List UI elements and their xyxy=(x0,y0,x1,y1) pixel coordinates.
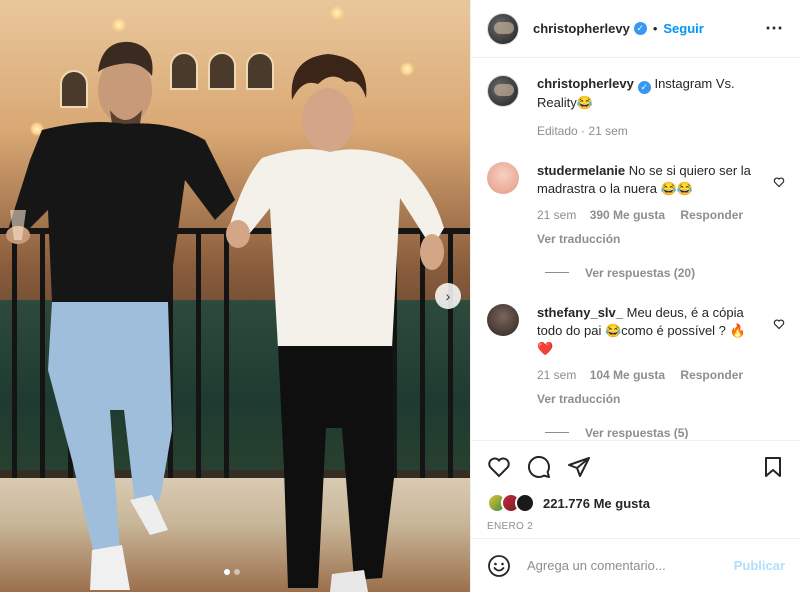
translate-button[interactable]: Ver traducción xyxy=(537,390,757,408)
view-replies-button[interactable]: Ver respuestas (20) xyxy=(545,266,785,280)
liker-avatar xyxy=(515,493,535,513)
header-separator: • xyxy=(652,21,658,36)
publish-button[interactable]: Publicar xyxy=(734,558,785,573)
view-replies-button[interactable]: Ver respuestas (5) xyxy=(545,425,785,440)
smiley-icon[interactable] xyxy=(487,554,511,578)
carousel-dot xyxy=(234,569,240,575)
caption-edited-label: Editado xyxy=(537,123,578,138)
comment-username[interactable]: studermelanie xyxy=(537,163,625,178)
comment-username[interactable]: sthefany_slv_ xyxy=(537,305,623,320)
post-detail-panel: christopherlevy ✓ • Seguir ⋯ christopher… xyxy=(470,0,800,592)
liker-avatars xyxy=(487,493,535,513)
author-avatar[interactable] xyxy=(487,12,519,45)
translate-button[interactable]: Ver traducción xyxy=(537,230,757,248)
verified-badge-icon: ✓ xyxy=(637,80,651,94)
likes-count[interactable]: 221.776 Me gusta xyxy=(543,496,650,511)
caption-row: christopherlevy ✓ Instagram Vs. Reality😂 … xyxy=(487,75,785,140)
lamp-light xyxy=(330,6,344,20)
share-icon[interactable] xyxy=(567,455,591,479)
comment-icon[interactable] xyxy=(527,455,551,479)
add-comment-bar: Publicar xyxy=(471,538,800,592)
reply-button[interactable]: Responder xyxy=(680,368,743,382)
comment-row: studermelanie No se si quiero ser la mad… xyxy=(487,161,785,248)
comment-time[interactable]: 21 sem xyxy=(537,208,576,222)
more-dots-icon[interactable]: ⋯ xyxy=(765,18,784,39)
carousel-dot-active xyxy=(224,569,230,575)
commenter-avatar[interactable] xyxy=(487,303,519,336)
caption-time[interactable]: 21 sem xyxy=(588,124,627,138)
comment-like-icon[interactable] xyxy=(773,176,785,188)
next-slide-button[interactable]: › xyxy=(435,283,461,309)
likes-summary[interactable]: 221.776 Me gusta xyxy=(487,493,785,513)
post-photo: › xyxy=(0,0,470,592)
comment-like-icon[interactable] xyxy=(773,318,785,330)
person-left xyxy=(6,41,235,590)
comment-time[interactable]: 21 sem xyxy=(537,368,576,382)
author-avatar[interactable] xyxy=(487,75,519,107)
caption-emoji: 😂 xyxy=(576,94,593,110)
person-right xyxy=(226,54,444,592)
comments-list[interactable]: christopherlevy ✓ Instagram Vs. Reality😂 … xyxy=(471,59,800,439)
view-replies-label: Ver respuestas (5) xyxy=(585,425,689,440)
heart-icon[interactable] xyxy=(487,455,511,479)
author-username[interactable]: christopherlevy xyxy=(533,21,630,36)
caption-username[interactable]: christopherlevy xyxy=(537,76,634,91)
comment-likes[interactable]: 104 Me gusta xyxy=(590,368,665,382)
carousel-dots xyxy=(224,569,240,575)
post-date[interactable]: ENERO 2 xyxy=(487,521,785,532)
commenter-avatar[interactable] xyxy=(487,161,519,194)
reply-button[interactable]: Responder xyxy=(680,208,743,222)
comment-input[interactable] xyxy=(527,558,734,573)
comment-likes[interactable]: 390 Me gusta xyxy=(590,208,665,222)
post-header: christopherlevy ✓ • Seguir ⋯ xyxy=(471,0,800,58)
comment-row: sthefany_slv_ Meu deus, é a cópia todo d… xyxy=(487,303,785,408)
bookmark-icon[interactable] xyxy=(761,455,785,479)
post-actions: 221.776 Me gusta ENERO 2 xyxy=(471,440,800,532)
follow-button[interactable]: Seguir xyxy=(663,21,703,36)
verified-badge-icon: ✓ xyxy=(633,22,647,35)
view-replies-label: Ver respuestas (20) xyxy=(585,265,696,280)
